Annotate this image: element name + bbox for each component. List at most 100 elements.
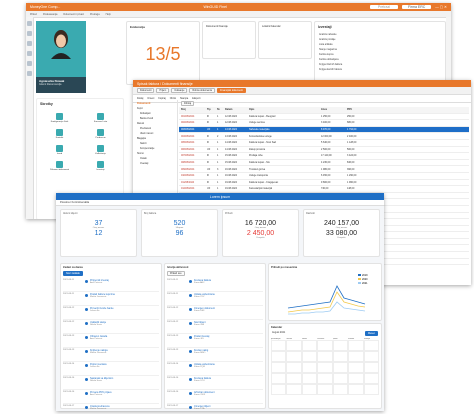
calendar-day-cell[interactable] (332, 362, 349, 373)
column-header[interactable]: Opis (249, 108, 319, 111)
menu-item-settings[interactable]: Podesavanja (43, 13, 57, 16)
documents-icon[interactable] (27, 31, 32, 36)
list-item[interactable]: 2021-08-16 Provera PDV prijave Ana Petrovi… (63, 390, 159, 404)
tab-goods-docs[interactable]: Robna dokumenta (189, 88, 215, 93)
window-controls[interactable]: — ▢ ✕ (435, 5, 447, 9)
list-item[interactable]: 2021-08-13 Poslat izvestaj Firma JKL (167, 334, 263, 348)
home-icon[interactable] (27, 21, 32, 26)
tab-documents[interactable]: Dokumenti (137, 88, 155, 93)
calendar-day-cell[interactable] (271, 373, 287, 384)
list-item[interactable]: 2021-08-12 Proveriti izvode banke Jelena I… (63, 306, 159, 320)
calendar-day-cell[interactable] (348, 351, 364, 362)
users-icon[interactable] (27, 51, 32, 56)
calendar-day-cell[interactable] (332, 340, 349, 351)
column-header[interactable]: Datum (225, 108, 247, 111)
calendar-icon[interactable] (27, 41, 32, 46)
tab-financial-docs[interactable]: Finansijski dokumenti (217, 88, 246, 93)
calendar-day-cell[interactable] (286, 384, 302, 395)
calendar-day-cell[interactable] (286, 340, 302, 351)
table-row[interactable]: 004/08/2024 IF 2 13.08.2024 Konsultantske us… (179, 133, 469, 140)
table-row[interactable]: 001/08/2024 IF 1 12.08.2024 Faktura kupac - … (179, 114, 469, 121)
calendar-day-cell[interactable] (301, 362, 318, 373)
list-item[interactable]: 2021-08-16 Kreirana faktura Firma STU (167, 376, 263, 390)
calendar-view-month[interactable]: Mesec (364, 331, 378, 336)
report-link[interactable]: Knjiga ulaznih faktura (319, 67, 441, 72)
menu-item-help[interactable]: Help (106, 13, 111, 16)
calendar-day-cell[interactable] (271, 362, 287, 373)
chart-icon[interactable] (27, 61, 32, 66)
calendar-day-cell[interactable] (301, 340, 318, 351)
calendar-day-cell[interactable] (286, 362, 302, 373)
column-header[interactable]: Iznos (321, 108, 345, 111)
company-selector[interactable]: Firma ERC (401, 5, 432, 9)
tab-receipt[interactable]: Prijem (156, 88, 170, 93)
shortcut-item[interactable]: Kalkulacija (82, 145, 119, 155)
tree-item[interactable]: Izvestaji (135, 162, 177, 167)
list-item[interactable]: 2021-08-17 Izmenjen klijent Firma YZA (167, 404, 263, 411)
calendar-day-cell[interactable] (348, 384, 364, 395)
calendar-day-cell[interactable] (301, 351, 318, 362)
calendar-day-cell[interactable] (332, 373, 349, 384)
table-row[interactable]: 012/08/2024 UF 1 19.08.2024 Kancelarijski ma… (179, 186, 469, 193)
calendar-day-cell[interactable] (301, 373, 318, 384)
table-row[interactable]: 002/08/2024 IF 1 12.08.2024 Usluge servisa 3 … (179, 120, 469, 127)
calendar-day-cell[interactable] (317, 384, 333, 395)
menu-item-search[interactable]: Pretraga (90, 13, 100, 16)
show-all-button[interactable]: Prikazi sve (167, 271, 185, 276)
kpi-card[interactable]: Prihodi 16 720,00 Ovaj mesec 2 450,00 Dospel… (222, 209, 299, 257)
list-item[interactable]: 2021-08-16 Sastanak sa klijentom Nikola Sa… (63, 376, 159, 390)
calendar-day-cell[interactable] (332, 384, 349, 395)
kpi-card[interactable]: Broj faktura 520 Ukupno 96 (141, 209, 218, 257)
list-item[interactable]: 2021-08-17 Izrada predracuna Marko Jovanov… (63, 404, 159, 411)
calendar-day-cell[interactable] (317, 373, 333, 384)
calendar-day-cell[interactable] (317, 340, 333, 351)
calendar-day-cell[interactable] (301, 384, 318, 395)
table-row[interactable]: 009/08/2024 UF 3 16.08.2024 Troskovi goriva 1… (179, 166, 469, 173)
table-row[interactable]: 006/08/2024 UF 1 14.08.2024 Zakup prostora 2 … (179, 147, 469, 154)
shortcut-item[interactable]: Kursova Lista (82, 113, 119, 123)
list-item[interactable]: 2021-08-13 Knjizenje naloga Marko Jovanovi… (63, 348, 159, 362)
list-item[interactable]: 2021-08-11 Uplata evidentirana Firma XYZ (167, 292, 263, 306)
calendar-day-cell[interactable] (348, 340, 364, 351)
table-row[interactable]: 007/08/2024 IF 1 15.08.2024 Prodaja robe 17 1… (179, 153, 469, 160)
list-item[interactable]: 2021-08-11 Poslati fakture kupcima Marko J… (63, 292, 159, 306)
calendar-day-cell[interactable] (286, 351, 302, 362)
tab-issue[interactable]: Izdavanje (171, 88, 188, 93)
table-row[interactable]: 008/08/2024 IF 1 15.08.2024 Faktura kupac - … (179, 160, 469, 167)
shortcut-item[interactable]: Izvestaji (82, 161, 119, 171)
calendar-day-cell[interactable] (317, 362, 333, 373)
list-item[interactable]: 2021-08-11 Kreirana faktura Firma ABC (167, 278, 263, 292)
calendar-day-cell[interactable] (363, 384, 379, 395)
column-header[interactable]: St. (217, 108, 223, 111)
list-item[interactable]: 2021-08-11 Pripremiti izvestaj Ana Petrovi… (63, 278, 159, 292)
list-item[interactable]: 2021-08-13 Obracun zarada Ana Petrovic (63, 334, 159, 348)
shortcut-item[interactable]: Konfiguracija Svih (41, 113, 78, 123)
calendar-day-cell[interactable] (363, 351, 379, 362)
calendar-day-cell[interactable] (286, 373, 302, 384)
menu-item-documents[interactable]: Dokumenti i prvaci (63, 13, 84, 16)
new-task-button[interactable]: Novi zadatak (63, 271, 83, 276)
list-item[interactable]: 2021-08-12 Novi klijent Firma GHI (167, 320, 263, 334)
list-item[interactable]: 2021-08-12 Uskladiti stanje Nikola Savic (63, 320, 159, 334)
settings-icon[interactable] (27, 71, 32, 76)
list-item[interactable]: 2021-08-16 Arhiviran dokument Firma VWX (167, 390, 263, 404)
calendar-day-cell[interactable] (348, 362, 364, 373)
calendar-day-cell[interactable] (348, 373, 364, 384)
column-header[interactable]: Broj (181, 108, 205, 111)
table-row[interactable]: 011/08/2024 IF 1 19.08.2024 Faktura kupac - … (179, 180, 469, 187)
filter-label[interactable]: Filtriraj (181, 101, 195, 106)
shortcut-item[interactable]: Kontakt (41, 129, 78, 139)
list-item[interactable]: 2021-08-13 Kreiran nalog Firma MNO (167, 348, 263, 362)
kpi-card[interactable]: Rashodi 240 157,00 Ovaj mesec 33 080,00 Dosp… (303, 209, 380, 257)
shortcut-item[interactable]: Prilozeni dokumenti (41, 161, 78, 171)
calendar-day-cell[interactable] (363, 373, 379, 384)
calendar-day-cell[interactable] (271, 340, 287, 351)
calendar-day-cell[interactable] (271, 384, 287, 395)
calendar-day-cell[interactable] (363, 362, 379, 373)
table-row[interactable]: 003/08/2024 UF 1 13.08.2024 Nabavka materija… (179, 126, 469, 134)
kpi-card[interactable]: Aktivni klijenti 37 Ovaj mesec 12 (60, 209, 137, 257)
shortcut-item[interactable]: Predracun (82, 129, 119, 139)
search-box[interactable]: Pretrazi (369, 5, 398, 9)
column-header[interactable]: PDV (347, 108, 367, 111)
list-item[interactable]: 2021-08-14 Popis inventara Jelena Ilic (63, 362, 159, 376)
